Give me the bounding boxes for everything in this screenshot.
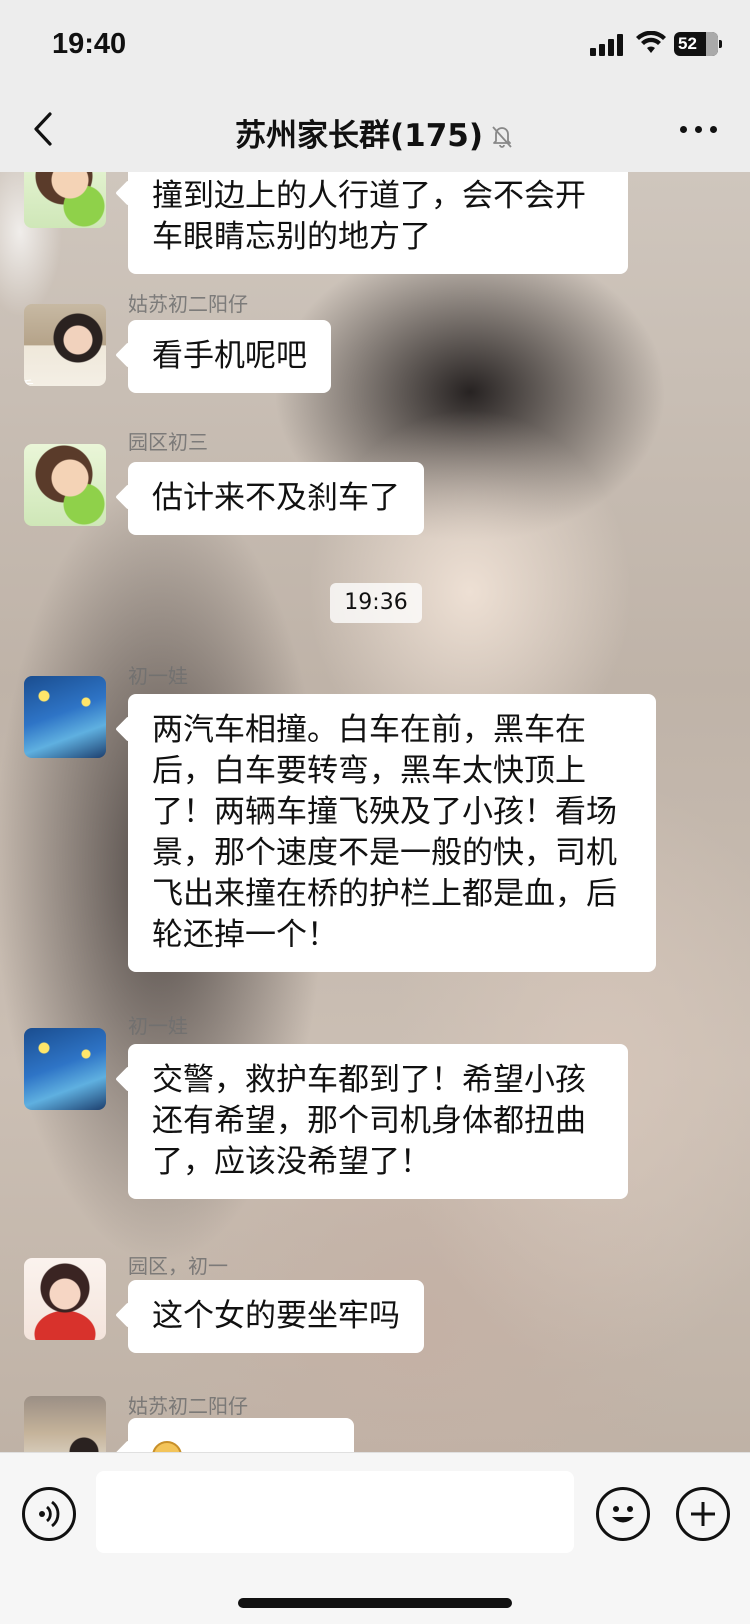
status-bar: 19:40 52 xyxy=(0,0,750,88)
message-bubble[interactable]: 看手机呢吧 xyxy=(128,320,331,393)
avatar[interactable] xyxy=(24,1258,106,1340)
plus-icon[interactable] xyxy=(676,1487,730,1541)
message-bubble[interactable] xyxy=(128,1418,354,1452)
sender-name: 姑苏初二阳仔 xyxy=(128,1394,248,1418)
avatar[interactable] xyxy=(24,444,106,526)
message-bubble[interactable]: 这个女的要坐牢吗 xyxy=(128,1280,424,1353)
nav-bar: 苏州家长群(175) xyxy=(0,88,750,172)
group-title[interactable]: 苏州家长群(175) xyxy=(0,110,750,155)
message-bubble[interactable]: 估计来不及刹车了 xyxy=(128,462,424,535)
emoji-icon xyxy=(152,1440,182,1452)
avatar[interactable]: 季 xyxy=(24,304,106,386)
sender-name: 初一娃 xyxy=(128,664,188,688)
avatar[interactable] xyxy=(24,676,106,758)
avatar[interactable] xyxy=(24,1396,106,1452)
group-title-text: 苏州家长群(175) xyxy=(234,118,484,154)
message-bubble[interactable]: 交警，救护车都到了！希望小孩还有希望，那个司机身体都扭曲了，应该没希望了！ xyxy=(128,1044,628,1199)
message-input[interactable] xyxy=(96,1471,574,1553)
message-bubble[interactable]: 两汽车相撞。白车在前，黑车在后，白车要转弯，黑车太快顶上了！两辆车撞飞殃及了小孩… xyxy=(128,694,656,972)
home-indicator xyxy=(238,1598,512,1608)
avatar[interactable] xyxy=(24,172,106,228)
message-list[interactable]: 撞到边上的人行道了，会不会开车眼睛忘别的地方了 季 姑苏初二阳仔 看手机呢吧 园… xyxy=(0,172,750,1452)
sender-name: 园区，初一 xyxy=(128,1254,228,1278)
bell-off-icon xyxy=(492,126,512,148)
signal-icon xyxy=(590,34,626,56)
battery-icon: 52 xyxy=(674,32,722,56)
sender-name: 园区初三 xyxy=(128,430,208,454)
wifi-icon xyxy=(636,31,666,53)
ellipsis-icon[interactable] xyxy=(678,114,720,144)
smiley-icon[interactable] xyxy=(596,1487,650,1541)
avatar-tag: 季 xyxy=(24,374,34,386)
avatar[interactable] xyxy=(24,1028,106,1110)
sender-name: 初一娃 xyxy=(128,1014,188,1038)
voice-icon[interactable] xyxy=(22,1487,76,1541)
sender-name: 姑苏初二阳仔 xyxy=(128,292,248,316)
message-timestamp: 19:36 xyxy=(330,583,422,623)
battery-level: 52 xyxy=(678,34,697,53)
message-bubble[interactable]: 撞到边上的人行道了，会不会开车眼睛忘别的地方了 xyxy=(128,172,628,274)
status-time: 19:40 xyxy=(52,28,127,60)
